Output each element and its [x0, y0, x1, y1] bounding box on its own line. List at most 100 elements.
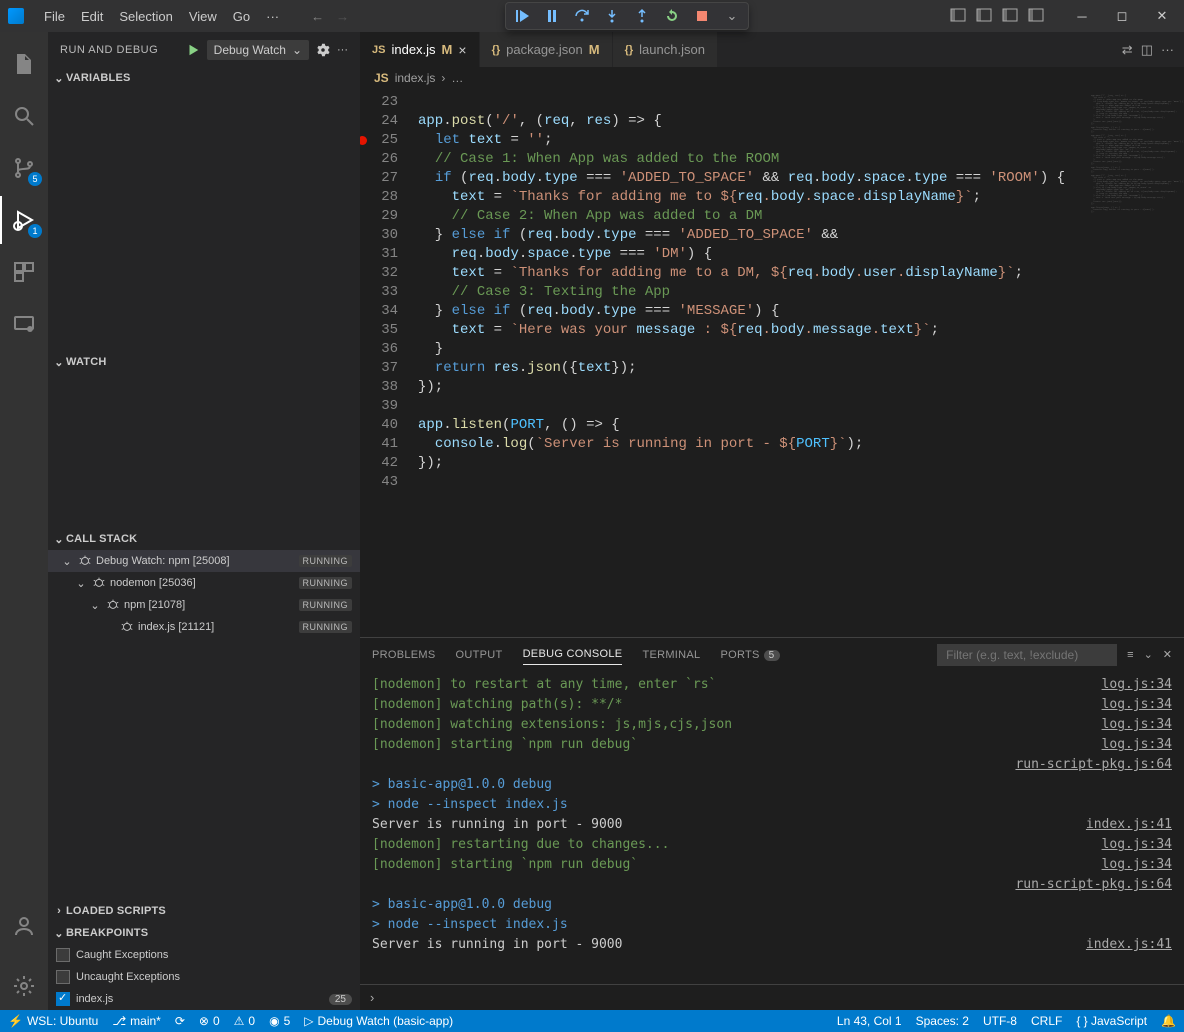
- code-line[interactable]: return res.json({text});: [418, 359, 1184, 378]
- activity-remote[interactable]: [0, 300, 48, 348]
- console-source-link[interactable]: log.js:34: [1102, 835, 1172, 855]
- status-utf-8[interactable]: UTF-8: [983, 1014, 1017, 1028]
- section-watch[interactable]: ⌄WATCH: [48, 351, 360, 373]
- menu-selection[interactable]: Selection: [111, 5, 180, 28]
- callstack-row[interactable]: ⌄Debug Watch: npm [25008]RUNNING: [48, 550, 360, 572]
- gear-icon[interactable]: [313, 40, 333, 60]
- section-breakpoints[interactable]: ⌄BREAKPOINTS: [48, 922, 360, 944]
- line-number[interactable]: 23: [360, 93, 398, 112]
- activity-settings[interactable]: [0, 962, 48, 1010]
- code-line[interactable]: [418, 397, 1184, 416]
- layout-sidebar-right-icon[interactable]: [1002, 7, 1018, 26]
- status-branch[interactable]: ⎇main*: [112, 1014, 161, 1028]
- section-variables[interactable]: ⌄VARIABLES: [48, 67, 360, 89]
- list-icon[interactable]: ≡: [1127, 649, 1133, 661]
- console-source-link[interactable]: log.js:34: [1102, 855, 1172, 875]
- line-number[interactable]: 26: [360, 150, 398, 169]
- breadcrumb[interactable]: JS index.js › …: [360, 67, 1184, 89]
- code-line[interactable]: } else if (req.body.type === 'ADDED_TO_S…: [418, 226, 1184, 245]
- layout-panel-icon[interactable]: [976, 7, 992, 26]
- debug-console[interactable]: [nodemon] to restart at any time, enter …: [360, 671, 1184, 984]
- code-line[interactable]: [418, 93, 1184, 112]
- activity-extensions[interactable]: [0, 248, 48, 296]
- code-line[interactable]: text = `Here was your message : ${req.bo…: [418, 321, 1184, 340]
- tab-package-json[interactable]: {}package.jsonM: [480, 32, 613, 67]
- line-number[interactable]: 32: [360, 264, 398, 283]
- line-number[interactable]: 24: [360, 112, 398, 131]
- console-source-link[interactable]: log.js:34: [1102, 735, 1172, 755]
- status-radio[interactable]: ◉5: [269, 1014, 290, 1028]
- line-number[interactable]: 28: [360, 188, 398, 207]
- line-number[interactable]: 41: [360, 435, 398, 454]
- layout-sidebar-left-icon[interactable]: [950, 7, 966, 26]
- debug-step-out-button[interactable]: [630, 4, 654, 28]
- line-number[interactable]: 33: [360, 283, 398, 302]
- tab-launch-json[interactable]: {}launch.json: [613, 32, 718, 67]
- debug-pause-button[interactable]: [540, 4, 564, 28]
- console-filter-input[interactable]: [937, 644, 1117, 666]
- status-crlf[interactable]: CRLF: [1031, 1014, 1062, 1028]
- console-source-link[interactable]: log.js:34: [1102, 695, 1172, 715]
- code-line[interactable]: app.post('/', (req, res) => {: [418, 112, 1184, 131]
- status-ln-43--col-1[interactable]: Ln 43, Col 1: [837, 1014, 902, 1028]
- debug-continue-button[interactable]: [510, 4, 534, 28]
- close-button[interactable]: ✕: [1148, 2, 1176, 30]
- callstack-row[interactable]: index.js [21121]RUNNING: [48, 616, 360, 638]
- code-line[interactable]: text = `Thanks for adding me to a DM, ${…: [418, 264, 1184, 283]
- line-number[interactable]: 37: [360, 359, 398, 378]
- section-loaded-scripts[interactable]: ›LOADED SCRIPTS: [48, 900, 360, 922]
- line-number[interactable]: 39: [360, 397, 398, 416]
- code-line[interactable]: // Case 1: When App was added to the ROO…: [418, 150, 1184, 169]
- line-number[interactable]: 43: [360, 473, 398, 492]
- code-line[interactable]: console.log(`Server is running in port -…: [418, 435, 1184, 454]
- debug-config-select[interactable]: Debug Watch ⌄: [207, 40, 309, 60]
- line-number[interactable]: 34: [360, 302, 398, 321]
- line-number[interactable]: 30: [360, 226, 398, 245]
- close-icon[interactable]: ×: [458, 42, 466, 58]
- breakpoint-row[interactable]: Uncaught Exceptions: [48, 966, 360, 988]
- status-spaces--2[interactable]: Spaces: 2: [916, 1014, 969, 1028]
- more-icon[interactable]: ···: [337, 44, 348, 56]
- debug-step-into-button[interactable]: [600, 4, 624, 28]
- status-warn[interactable]: ⚠0: [234, 1014, 255, 1028]
- console-source-link[interactable]: run-script-pkg.js:64: [1015, 875, 1172, 895]
- code-line[interactable]: app.listen(PORT, () => {: [418, 416, 1184, 435]
- panel-tab-problems[interactable]: PROBLEMS: [372, 645, 436, 665]
- panel-tab-terminal[interactable]: TERMINAL: [642, 645, 700, 665]
- minimap[interactable]: app.post('/', (req, res) => { let text =…: [1089, 89, 1184, 637]
- console-source-link[interactable]: index.js:41: [1086, 815, 1172, 835]
- code-line[interactable]: }: [418, 340, 1184, 359]
- code-line[interactable]: let text = '';: [418, 131, 1184, 150]
- code-line[interactable]: [418, 473, 1184, 492]
- tab-index-js[interactable]: JSindex.jsM×: [360, 32, 480, 67]
- compare-icon[interactable]: ⇄: [1122, 42, 1133, 58]
- split-icon[interactable]: ◫: [1141, 42, 1153, 58]
- line-number[interactable]: 27: [360, 169, 398, 188]
- line-number[interactable]: 25: [360, 131, 398, 150]
- checkbox[interactable]: [56, 992, 70, 1006]
- status-remote[interactable]: ⚡WSL: Ubuntu: [8, 1014, 98, 1028]
- callstack-row[interactable]: ⌄nodemon [25036]RUNNING: [48, 572, 360, 594]
- code-line[interactable]: if (req.body.type === 'ADDED_TO_SPACE' &…: [418, 169, 1184, 188]
- status-----javascript[interactable]: { } JavaScript: [1076, 1014, 1147, 1028]
- close-icon[interactable]: ✕: [1163, 648, 1172, 661]
- menu-view[interactable]: View: [181, 5, 225, 28]
- panel-tab-ports[interactable]: PORTS5: [720, 645, 779, 665]
- status-sync[interactable]: ⟳: [175, 1014, 185, 1028]
- activity-account[interactable]: [0, 902, 48, 950]
- nav-fwd-icon[interactable]: →: [336, 9, 349, 24]
- callstack-row[interactable]: ⌄npm [21078]RUNNING: [48, 594, 360, 616]
- console-source-link[interactable]: index.js:41: [1086, 935, 1172, 955]
- line-number[interactable]: 38: [360, 378, 398, 397]
- breakpoint-row[interactable]: Caught Exceptions: [48, 944, 360, 966]
- activity-search[interactable]: [0, 92, 48, 140]
- console-source-link[interactable]: run-script-pkg.js:64: [1015, 755, 1172, 775]
- console-source-link[interactable]: log.js:34: [1102, 675, 1172, 695]
- start-debug-button[interactable]: [183, 40, 203, 60]
- status-debug[interactable]: ▷Debug Watch (basic-app): [304, 1014, 453, 1028]
- menu-edit[interactable]: Edit: [73, 5, 111, 28]
- code-line[interactable]: // Case 3: Texting the App: [418, 283, 1184, 302]
- debug-step-over-button[interactable]: [570, 4, 594, 28]
- console-source-link[interactable]: log.js:34: [1102, 715, 1172, 735]
- minimize-button[interactable]: ─: [1068, 2, 1096, 30]
